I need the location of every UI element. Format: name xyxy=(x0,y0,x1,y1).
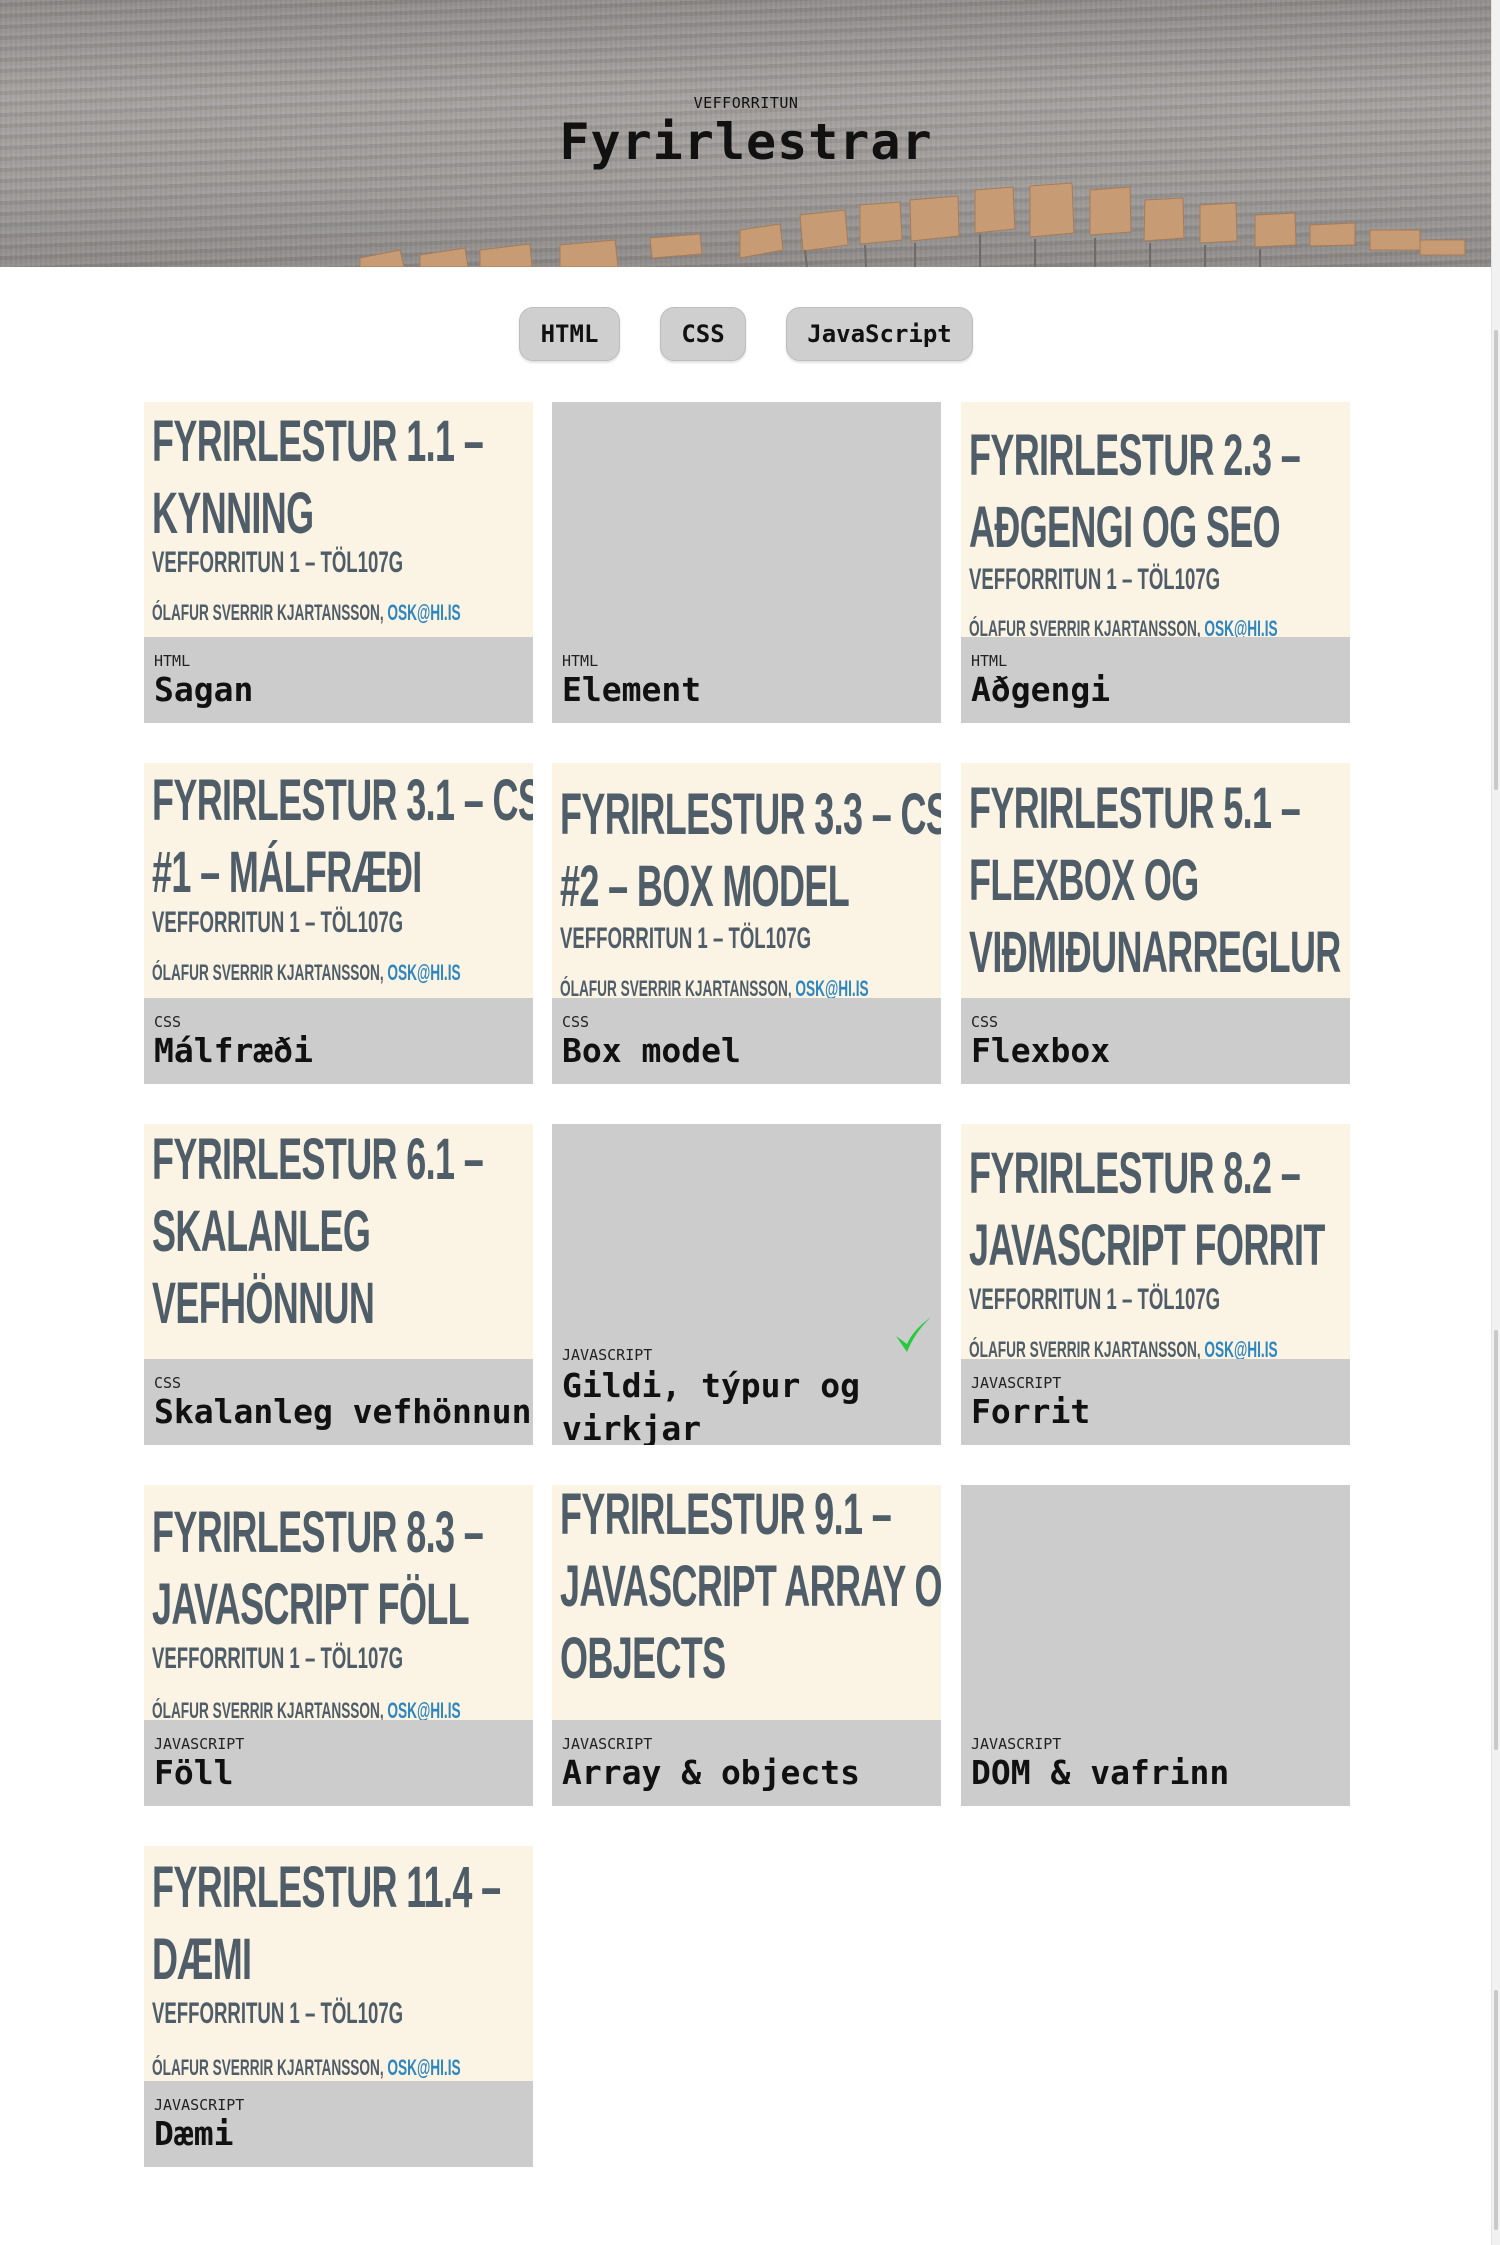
lecture-meta: JAVASCRIPT Gildi, týpur og virkjar xyxy=(552,1346,941,1445)
lecture-category: CSS xyxy=(562,1013,590,1031)
lecture-thumbnail: Fyrirlestur 2.3 – Aðgengi og SEO Vefforr… xyxy=(961,402,1350,637)
scrollbar-thumb-bottom[interactable] xyxy=(1494,1990,1498,2230)
lecture-title: Element xyxy=(562,670,702,709)
lecture-category: JAVASCRIPT xyxy=(154,1735,245,1753)
lecture-thumbnail: Fyrirlestur 3.3 – CSS #2 – Box Model Vef… xyxy=(552,763,941,998)
lecture-title: Forrit xyxy=(971,1392,1091,1431)
lecture-card[interactable]: Fyrirlestur 5.1 – Flexbox og viðmiðunarr… xyxy=(961,763,1350,1084)
lecture-card[interactable]: JAVASCRIPT Gildi, týpur og virkjar xyxy=(552,1124,941,1445)
lecture-thumbnail: Fyrirlestur 6.1 – Skalanleg vefhönnun xyxy=(144,1124,533,1359)
lecture-thumbnail: Fyrirlestur 1.1 – Kynning Vefforritun 1 … xyxy=(144,402,533,637)
page-header: VEFFORRITUN Fyrirlestrar xyxy=(0,0,1492,267)
lecture-category: CSS xyxy=(971,1013,999,1031)
lecture-title: Málfræði xyxy=(154,1031,313,1070)
scrollbar-thumb[interactable] xyxy=(1494,330,1498,790)
lecture-meta: JAVASCRIPT Array & objects xyxy=(552,1720,941,1806)
scrollbar[interactable] xyxy=(1491,0,1500,2245)
lecture-category: HTML xyxy=(971,652,1008,670)
lecture-title: Föll xyxy=(154,1753,234,1792)
lecture-title: Box model xyxy=(562,1031,741,1070)
filter-button-css[interactable]: CSS xyxy=(660,307,746,361)
lecture-category: JAVASCRIPT xyxy=(971,1374,1062,1392)
lecture-thumbnail: Fyrirlestur 3.1 – CSS #1 – Málfræði Veff… xyxy=(144,763,533,998)
lecture-title: Gildi, týpur og virkjar xyxy=(562,1366,861,1445)
lecture-card[interactable]: Fyrirlestur 8.3 – JavaScript Föll Veffor… xyxy=(144,1485,533,1806)
lecture-meta: JAVASCRIPT Dæmi xyxy=(144,2081,533,2167)
lecture-card[interactable]: Fyrirlestur 11.4 – Dæmi Vefforritun 1 – … xyxy=(144,1846,533,2167)
filter-button-javascript[interactable]: JavaScript xyxy=(786,307,973,361)
lecture-card[interactable]: Fyrirlestur 3.3 – CSS #2 – Box Model Vef… xyxy=(552,763,941,1084)
lecture-category: JAVASCRIPT xyxy=(154,2096,245,2114)
lecture-title: Aðgengi xyxy=(971,670,1111,709)
lecture-card[interactable]: Fyrirlestur 2.3 – Aðgengi og SEO Vefforr… xyxy=(961,402,1350,723)
lecture-title: Skalanleg vefhönnun xyxy=(154,1392,532,1431)
page-subtitle: VEFFORRITUN xyxy=(693,94,799,112)
checkmark-icon xyxy=(896,1317,931,1352)
lecture-thumbnail: Fyrirlestur 8.3 – JavaScript Föll Veffor… xyxy=(144,1485,533,1720)
lecture-meta: HTML Sagan xyxy=(144,637,533,723)
lecture-meta: JAVASCRIPT Forrit xyxy=(961,1359,1350,1445)
lecture-title: Flexbox xyxy=(971,1031,1111,1070)
page-title: Fyrirlestrar xyxy=(559,113,933,171)
lecture-title: Sagan xyxy=(154,670,254,709)
lecture-category: CSS xyxy=(154,1013,182,1031)
lecture-card[interactable]: HTML Element xyxy=(552,402,941,723)
filter-button-html[interactable]: HTML xyxy=(519,307,620,361)
lecture-meta: JAVASCRIPT DOM & vafrinn xyxy=(961,1720,1350,1806)
lecture-meta: CSS Box model xyxy=(552,998,941,1084)
lecture-category: HTML xyxy=(154,652,191,670)
lecture-card[interactable]: Fyrirlestur 8.2 – JavaScript Forrit Veff… xyxy=(961,1124,1350,1445)
lecture-category: JAVASCRIPT xyxy=(971,1735,1062,1753)
lecture-thumbnail: Fyrirlestur 8.2 – JavaScript Forrit Veff… xyxy=(961,1124,1350,1359)
lecture-meta: JAVASCRIPT Föll xyxy=(144,1720,533,1806)
lecture-meta: CSS Skalanleg vefhönnun xyxy=(144,1359,533,1445)
lecture-category: JAVASCRIPT xyxy=(562,1346,653,1364)
lecture-card[interactable]: Fyrirlestur 1.1 – Kynning Vefforritun 1 … xyxy=(144,402,533,723)
lecture-meta: CSS Málfræði xyxy=(144,998,533,1084)
lecture-thumbnail: Fyrirlestur 9.1 – JavaScript Array og Ob… xyxy=(552,1485,941,1720)
lecture-category: JAVASCRIPT xyxy=(562,1735,653,1753)
scrollbar-thumb-lower[interactable] xyxy=(1494,1330,1498,1750)
lecture-category: CSS xyxy=(154,1374,182,1392)
lecture-thumbnail-placeholder xyxy=(552,402,941,637)
lecture-title: Array & objects xyxy=(562,1753,861,1792)
lecture-card[interactable]: JAVASCRIPT DOM & vafrinn xyxy=(961,1485,1350,1806)
lecture-title: Dæmi xyxy=(154,2114,234,2153)
lecture-thumbnail-placeholder xyxy=(961,1485,1350,1720)
lecture-thumbnail: Fyrirlestur 11.4 – Dæmi Vefforritun 1 – … xyxy=(144,1846,533,2081)
lecture-thumbnail-placeholder xyxy=(552,1124,941,1359)
lecture-meta: HTML Aðgengi xyxy=(961,637,1350,723)
lecture-meta: HTML Element xyxy=(552,637,941,723)
lecture-card[interactable]: Fyrirlestur 6.1 – Skalanleg vefhönnun CS… xyxy=(144,1124,533,1445)
lecture-category: HTML xyxy=(562,652,599,670)
lecture-card[interactable]: Fyrirlestur 3.1 – CSS #1 – Málfræði Veff… xyxy=(144,763,533,1084)
lecture-meta: CSS Flexbox xyxy=(961,998,1350,1084)
lecture-card[interactable]: Fyrirlestur 9.1 – JavaScript Array og Ob… xyxy=(552,1485,941,1806)
lecture-title: DOM & vafrinn xyxy=(971,1753,1230,1792)
lecture-thumbnail: Fyrirlestur 5.1 – Flexbox og viðmiðunarr… xyxy=(961,763,1350,998)
